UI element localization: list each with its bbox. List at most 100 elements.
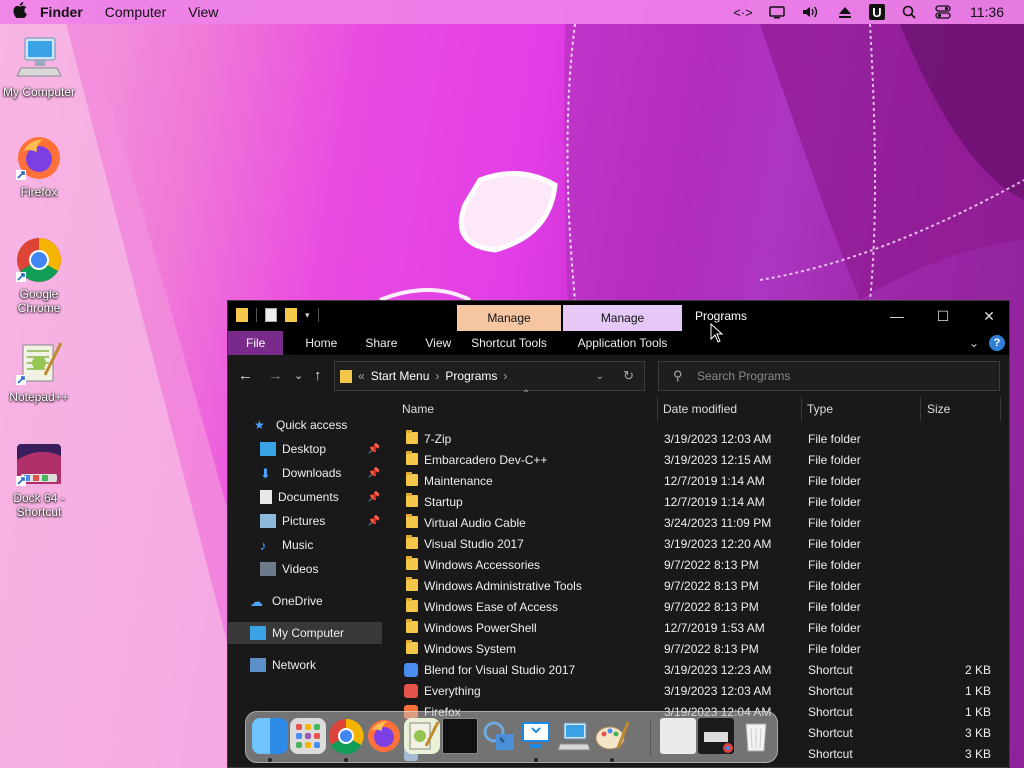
pin-icon[interactable]: 📌 [368,468,380,479]
refresh-icon[interactable]: ↻ [623,368,634,384]
menu-clock[interactable]: 11:36 [970,4,1004,20]
minimize-button[interactable]: — [874,305,920,327]
nav-quick-access[interactable]: ★ Quick access [228,414,382,436]
window-thumb-2[interactable] [698,718,734,754]
volume-icon[interactable] [801,4,821,20]
tab-share[interactable]: Share [351,331,411,355]
apple-menu-icon[interactable] [0,2,40,22]
folder-icon [406,535,418,549]
code-icon[interactable]: <·> [733,4,753,20]
file-date: 9/7/2022 8:13 PM [664,579,759,593]
mouse-cursor-icon [710,323,724,343]
nav-network[interactable]: Network [228,654,382,676]
tab-application-tools[interactable]: Application Tools [563,331,682,355]
launchpad-icon[interactable] [290,718,326,754]
help-icon[interactable]: ? [989,335,1005,351]
remote-desktop-icon[interactable] [518,718,554,754]
close-button[interactable]: ✕ [966,305,1009,327]
desktop-icon-notepadpp[interactable]: Notepad++ [0,339,78,404]
desktop-icon-chrome[interactable]: Google Chrome [0,236,78,315]
table-row[interactable]: Visual Studio 2017 3/19/2023 12:20 AM File… [386,534,1009,555]
folder-icon [340,369,352,383]
manage-application-context-tab[interactable]: Manage [563,305,682,331]
folder-icon [406,640,418,654]
app-u-icon[interactable]: U [869,4,885,20]
finder-icon[interactable] [252,718,288,754]
table-row[interactable]: Blend for Visual Studio 2017 3/19/2023 12… [386,660,1009,681]
nav-videos[interactable]: Videos [228,558,382,580]
up-button[interactable]: ↑ [314,367,322,384]
maximize-button[interactable]: ☐ [920,305,966,327]
file-type: Shortcut [808,747,853,761]
preview-icon[interactable] [480,718,516,754]
desktop-icon-dock64[interactable]: Dock 64 - Shortcut [0,440,78,519]
menu-finder[interactable]: Finder [40,4,83,20]
tab-file[interactable]: File [228,331,284,355]
nav-my-computer[interactable]: My Computer [228,622,382,644]
table-row[interactable]: Everything 3/19/2023 12:03 AM Shortcut 1 KB [386,681,1009,702]
nav-pictures[interactable]: Pictures 📌 [228,510,382,532]
recent-locations-button[interactable]: ⌄ [294,369,303,382]
firefox-icon[interactable] [366,718,402,754]
breadcrumb-programs[interactable]: Programs [445,369,497,383]
table-row[interactable]: Virtual Audio Cable 3/24/2023 11:09 PM Fil… [386,513,1009,534]
column-header-date[interactable]: Date modified [663,397,737,421]
eject-icon[interactable] [835,4,855,20]
nav-onedrive[interactable]: ☁ OneDrive [228,590,382,612]
menu-computer[interactable]: Computer [105,4,166,20]
search-input[interactable]: ⚲ Search Programs [658,361,1000,391]
table-row[interactable]: Windows PowerShell 12/7/2019 1:53 AM File … [386,618,1009,639]
breadcrumb-start-menu[interactable]: Start Menu [371,369,430,383]
manage-shortcut-context-tab[interactable]: Manage [457,305,561,331]
nav-downloads[interactable]: ⬇ Downloads 📌 [228,462,382,484]
menu-view[interactable]: View [188,4,218,20]
table-row[interactable]: Windows Accessories 9/7/2022 8:13 PM File … [386,555,1009,576]
table-row[interactable]: Windows Administrative Tools 9/7/2022 8:1… [386,576,1009,597]
folder-icon [406,514,418,528]
table-row[interactable]: Startup 12/7/2019 1:14 AM File folder [386,492,1009,513]
new-folder-icon[interactable] [285,308,297,322]
my-computer-icon[interactable] [556,718,592,754]
address-bar[interactable]: « Start Menu › Programs › ⌄ ↻ [334,361,645,391]
notepadpp-icon[interactable] [404,718,440,754]
table-row[interactable]: Windows Ease of Access 9/7/2022 8:13 PM Fi… [386,597,1009,618]
file-name: Embarcadero Dev-C++ [424,453,548,467]
desktop-icon-my-computer[interactable]: My Computer [0,34,78,99]
column-header-type[interactable]: Type [807,397,833,421]
nav-documents[interactable]: Documents 📌 [228,486,382,508]
dock64-icon [15,440,63,488]
pin-icon[interactable]: 📌 [368,516,380,527]
paint-icon[interactable] [594,718,630,754]
control-center-icon[interactable] [933,4,953,20]
nav-music[interactable]: ♪ Music [228,534,382,556]
expand-ribbon-icon[interactable]: ⌄ [969,336,979,350]
pin-icon[interactable]: 📌 [368,492,380,503]
back-button[interactable]: ← [238,367,253,384]
tab-home[interactable]: Home [291,331,351,355]
column-header-size[interactable]: Size [927,397,950,421]
file-name: 7-Zip [424,432,452,446]
table-row[interactable]: Embarcadero Dev-C++ 3/19/2023 12:15 AM Fil… [386,450,1009,471]
chrome-icon[interactable] [328,718,364,754]
pin-icon[interactable]: 📌 [368,444,380,455]
qat-dropdown-icon[interactable]: ▾ [305,310,310,321]
table-row[interactable]: Maintenance 12/7/2019 1:14 AM File folder [386,471,1009,492]
folder-icon [406,619,418,633]
running-indicator [610,758,614,762]
table-row[interactable]: Windows System 9/7/2022 8:13 PM File folde… [386,639,1009,660]
trash-icon[interactable] [738,718,774,754]
tab-shortcut-tools[interactable]: Shortcut Tools [457,331,561,355]
nav-desktop[interactable]: Desktop 📌 [228,438,382,460]
forward-button[interactable]: → [268,367,283,384]
search-icon[interactable] [899,4,919,20]
properties-icon[interactable] [265,308,277,322]
desktop-icon-firefox[interactable]: Firefox [0,134,78,199]
terminal-icon[interactable] [442,718,478,754]
display-icon[interactable] [767,4,787,20]
folder-icon[interactable] [236,308,248,322]
column-header-name[interactable]: Name [402,397,434,421]
address-dropdown-icon[interactable]: ⌄ [596,371,604,382]
window-thumb-1[interactable] [660,718,696,754]
table-row[interactable]: 7-Zip 3/19/2023 12:03 AM File folder [386,429,1009,450]
file-size: 2 KB [964,663,991,677]
